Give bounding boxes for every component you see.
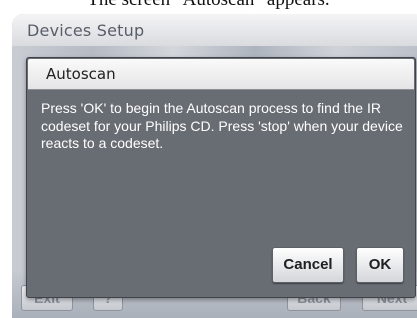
screen-title: Devices Setup: [27, 21, 145, 40]
remote-control-screen: Devices Setup Exit ? Back Next Autoscan …: [12, 14, 417, 318]
dialog-header: Autoscan: [28, 59, 414, 90]
autoscan-dialog: Autoscan Press 'OK' to begin the Autosca…: [26, 57, 416, 298]
caption-text: The screen "Autoscan" appears.: [0, 0, 417, 11]
cancel-button[interactable]: Cancel: [272, 247, 344, 283]
dialog-title: Autoscan: [46, 65, 116, 83]
ok-button[interactable]: OK: [356, 247, 404, 283]
dialog-message: Press 'OK' to begin the Autoscan process…: [41, 100, 403, 151]
screen-header: Devices Setup: [12, 14, 417, 47]
